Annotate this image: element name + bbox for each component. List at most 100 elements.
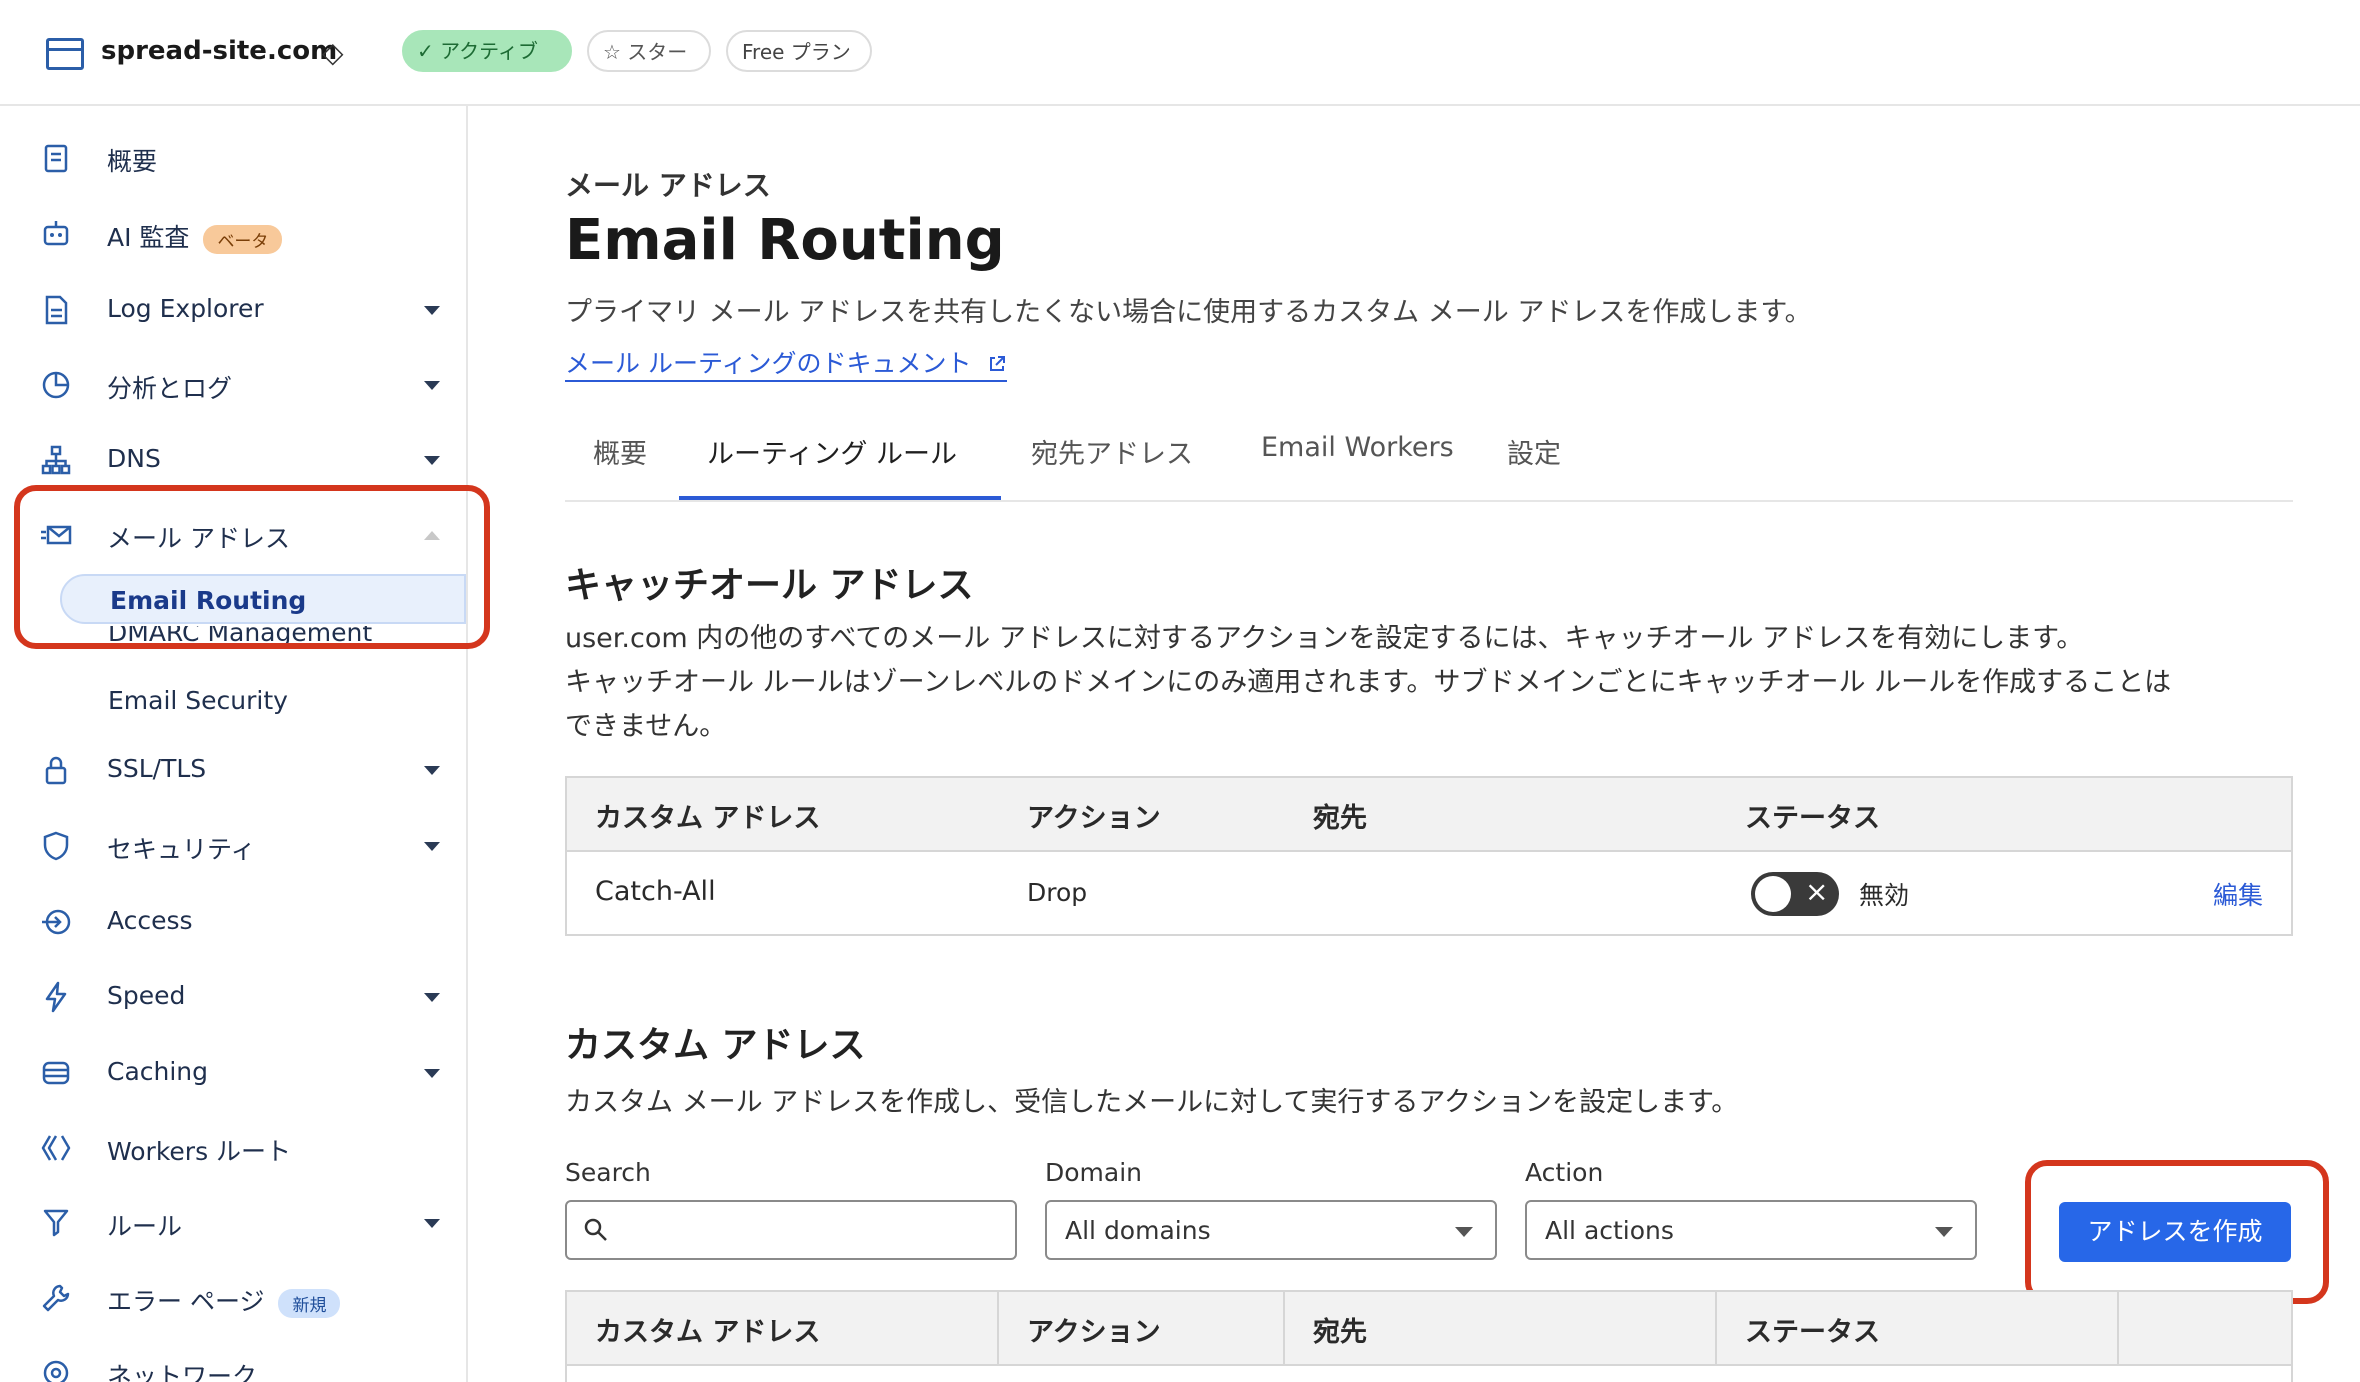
close-icon: × [1805,875,1829,908]
chevron-down-icon[interactable] [424,1069,440,1078]
sidebar-item-caching[interactable]: Caching [0,1045,466,1101]
column-header: カスタム アドレス [595,1317,821,1348]
site-name[interactable]: spread-site.com [101,36,337,66]
sidebar-item-label: 概要 [107,147,158,176]
robot-icon [43,221,69,246]
sidebar-subitem-email-security[interactable]: Email Security [60,676,466,726]
sidebar-item-label: Log Explorer [107,294,264,323]
column-header: 宛先 [1313,1317,1367,1348]
sidebar-item-label: Caching [107,1057,209,1086]
sidebar-item-label: Access [107,906,193,935]
catch-all-table: カスタム アドレス アクション 宛先 ステータス Catch-All Drop … [565,776,2293,936]
table-header: カスタム アドレス アクション 宛先 ステータス [567,778,2291,852]
beta-badge: ベータ [203,224,283,254]
tab-email-workers[interactable]: Email Workers [1261,432,1454,463]
catch-all-status: 無効 [1859,881,1910,910]
log-icon [45,295,68,325]
sidebar-item-ai-audit[interactable]: AI 監査 ベータ [0,206,466,262]
documentation-link[interactable]: メール ルーティングのドキュメント [565,344,1008,382]
rules-icon [43,1209,69,1237]
section-eyebrow: メール アドレス [565,169,771,202]
action-select-value: All actions [1545,1216,1674,1245]
pie-chart-icon [42,371,70,399]
chevron-down-icon[interactable] [424,381,440,390]
sidebar-item-security[interactable]: セキュリティ [0,818,466,874]
sidebar-item-label: ネットワーク [107,1362,258,1382]
sidebar-item-network[interactable]: ネットワーク [0,1345,466,1382]
top-bar: spread-site.com ◇ ✓ アクティブ ☆ スター Free プラン [0,0,2360,106]
search-label: Search [565,1158,651,1187]
bolt-icon [45,981,67,1013]
column-header: カスタム アドレス [595,803,821,834]
sidebar-item-label: Workers ルート [107,1137,292,1166]
sidebar-item-label: AI 監査 [107,223,190,252]
column-divider [1715,1292,1717,1366]
site-switcher-icon[interactable]: ◇ [322,30,344,76]
catch-all-description-1: user.com 内の他のすべてのメール アドレスに対するアクションを設定するに… [565,623,2084,654]
sidebar-item-label: Speed [107,981,186,1010]
sidebar-item-workers-routes[interactable]: Workers ルート [0,1120,466,1176]
domain-select[interactable]: All domains [1045,1200,1497,1260]
column-divider [997,1292,999,1366]
chevron-down-icon[interactable] [424,1219,440,1228]
custom-address-description: カスタム メール アドレスを作成し、受信したメールに対して実行するアクションを設… [565,1087,1739,1118]
chevron-down-icon[interactable] [424,842,440,851]
star-button[interactable]: ☆ スター [587,30,711,72]
chevron-down-icon[interactable] [424,993,440,1002]
chevron-down-icon[interactable] [424,456,440,465]
network-icon [41,445,71,475]
documentation-link-label: メール ルーティングのドキュメント [565,349,972,378]
sidebar-item-label: セキュリティ [107,835,256,864]
status-badge: ✓ アクティブ [402,30,572,72]
sidebar-item-label: SSL/TLS [107,754,207,783]
sidebar-item-log-explorer[interactable]: Log Explorer [0,282,466,338]
column-divider [2117,1292,2119,1366]
catch-all-action: Drop [1027,878,1088,907]
column-header: ステータス [1745,1317,1880,1348]
search-input[interactable] [565,1200,1017,1260]
sidebar-item-label: エラー ページ [107,1287,265,1316]
column-header: アクション [1027,803,1161,834]
external-link-icon [990,356,1006,371]
tab-routing-rules[interactable]: ルーティング ルール [707,432,957,471]
sidebar-item-analytics[interactable]: 分析とログ [0,357,466,413]
tab-destination-addresses[interactable]: 宛先アドレス [1031,432,1193,471]
sidebar-item-access[interactable]: Access [0,894,466,950]
workers-icon [41,1135,71,1161]
plan-badge[interactable]: Free プラン [726,30,872,72]
sidebar-item-overview[interactable]: 概要 [0,130,466,186]
catch-all-toggle[interactable]: × [1751,872,1839,916]
catch-all-title: キャッチオール アドレス [565,565,974,606]
sidebar-item-rules[interactable]: ルール [0,1195,466,1251]
column-header: ステータス [1745,803,1880,834]
sidebar-item-label: DNS [107,444,161,473]
column-header: アクション [1027,1317,1161,1348]
button-highlight-box [2025,1160,2329,1304]
active-tab-indicator [679,496,1001,500]
tab-bar: 概要 ルーティング ルール 宛先アドレス Email Workers 設定 [565,406,2293,502]
edit-link[interactable]: 編集 [2213,876,2263,912]
tab-settings[interactable]: 設定 [1507,432,1561,471]
chevron-down-icon [1935,1227,1953,1237]
sidebar-item-ssl[interactable]: SSL/TLS [0,742,466,798]
storage-icon [42,1061,70,1085]
chevron-down-icon[interactable] [424,766,440,775]
sidebar-item-speed[interactable]: Speed [0,969,466,1025]
sidebar-item-error-pages[interactable]: エラー ページ 新規 [0,1270,466,1326]
chevron-down-icon[interactable] [424,306,440,315]
domain-select-value: All domains [1065,1216,1211,1245]
new-badge: 新規 [278,1288,341,1318]
chevron-down-icon [1455,1227,1473,1237]
catch-all-address: Catch-All [595,876,716,907]
tab-overview[interactable]: 概要 [593,432,647,471]
access-icon [42,909,71,935]
overview-icon [44,144,68,173]
sidebar-item-label: ルール [107,1212,183,1241]
location-icon [43,1360,69,1382]
action-select[interactable]: All actions [1525,1200,1977,1260]
column-header: 宛先 [1313,803,1367,834]
custom-address-title: カスタム アドレス [565,1025,866,1066]
wrench-icon [42,1284,70,1312]
sidebar-item-dns[interactable]: DNS [0,432,466,488]
toggle-knob [1755,876,1791,912]
